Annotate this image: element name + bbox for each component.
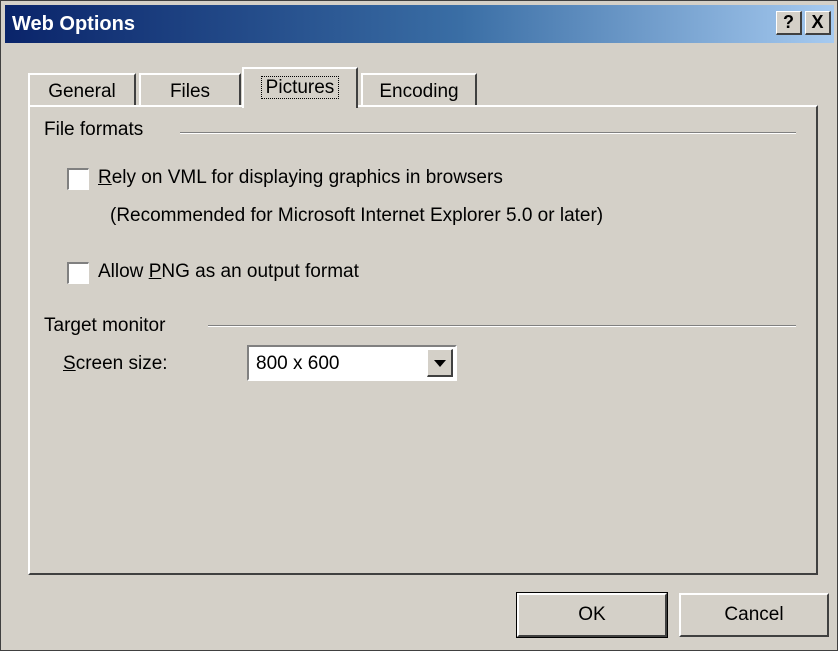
- ok-button[interactable]: OK: [516, 592, 668, 638]
- tab-files[interactable]: Files: [139, 73, 241, 107]
- tab-encoding[interactable]: Encoding: [361, 73, 477, 107]
- target-monitor-heading: Target monitor: [44, 315, 176, 337]
- pictures-panel: File formats Rely on VML for displaying …: [28, 105, 818, 575]
- file-formats-divider: [180, 132, 796, 134]
- dialog-title: Web Options: [12, 13, 135, 35]
- tab-pictures[interactable]: Pictures: [242, 67, 358, 108]
- vml-recommendation-note: (Recommended for Microsoft Internet Expl…: [110, 205, 604, 226]
- tab-general[interactable]: General: [28, 73, 136, 107]
- cancel-button[interactable]: Cancel: [679, 593, 829, 637]
- target-monitor-divider: [208, 325, 796, 327]
- screen-size-label: Screen size:: [63, 353, 168, 374]
- web-options-dialog: Web Options ? X General Files Pictures E…: [0, 0, 838, 651]
- screen-size-value: 800 x 600: [256, 353, 340, 374]
- title-bar[interactable]: Web Options ? X: [5, 5, 834, 43]
- close-button[interactable]: X: [805, 11, 831, 35]
- file-formats-heading: File formats: [44, 119, 154, 141]
- png-checkbox-label[interactable]: Allow PNG as an output format: [98, 261, 359, 283]
- help-button[interactable]: ?: [776, 11, 802, 35]
- screen-size-select[interactable]: 800 x 600: [247, 345, 457, 381]
- vml-checkbox[interactable]: [67, 168, 89, 190]
- chevron-down-icon[interactable]: [427, 349, 453, 377]
- vml-checkbox-label[interactable]: Rely on VML for displaying graphics in b…: [98, 167, 503, 189]
- png-checkbox[interactable]: [67, 262, 89, 284]
